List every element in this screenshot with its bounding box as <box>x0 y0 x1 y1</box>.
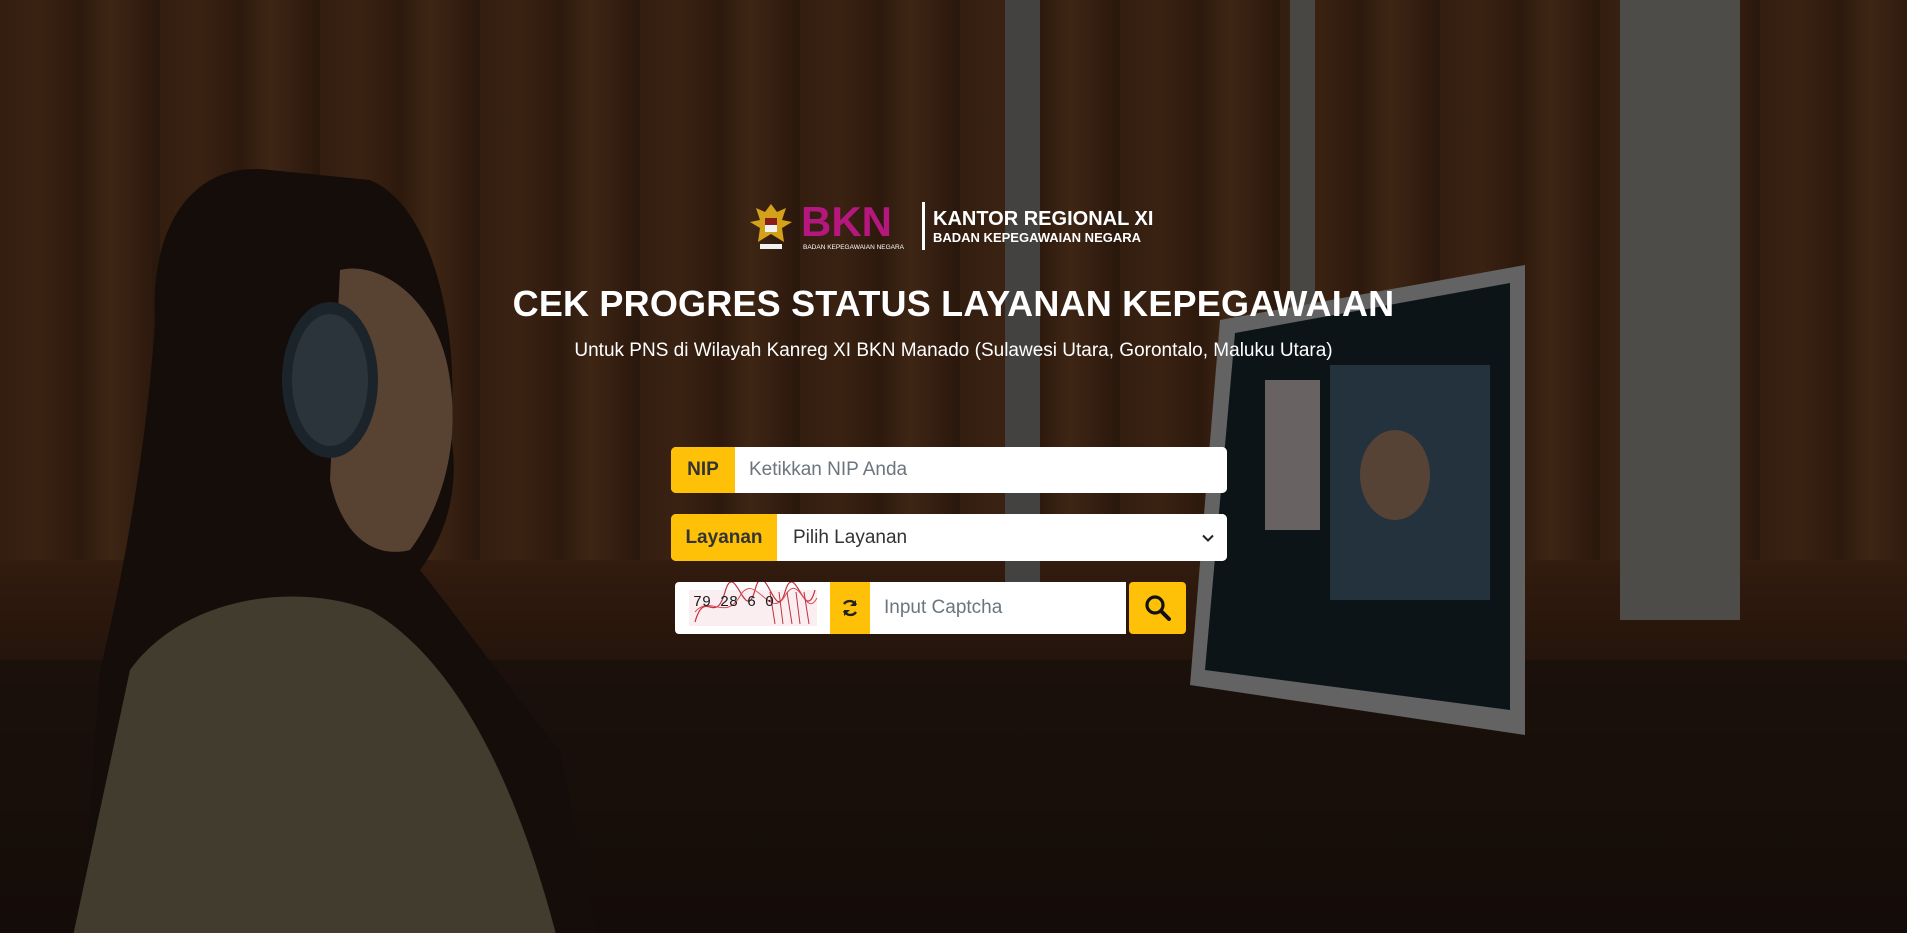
main-content: BKN BADAN KEPEGAWAIAN NEGARA KANTOR REGI… <box>0 0 1907 933</box>
page-subtitle: Untuk PNS di Wilayah Kanreg XI BKN Manad… <box>574 340 1333 361</box>
logo-bkn-text: BKN <box>801 198 892 245</box>
chevron-down-icon <box>1202 534 1214 542</box>
refresh-captcha-button[interactable] <box>830 582 870 634</box>
bkn-logo: BKN BADAN KEPEGAWAIAN NEGARA KANTOR REGI… <box>750 198 1153 251</box>
layanan-selected-value: Pilih Layanan <box>793 526 908 548</box>
search-button[interactable] <box>1129 582 1186 634</box>
office-name-line1: KANTOR REGIONAL XI <box>933 208 1153 230</box>
captcha-row: 79 28 6 0 <box>675 582 1186 634</box>
captcha-input[interactable] <box>870 582 1126 634</box>
refresh-icon <box>842 599 858 617</box>
layanan-select[interactable]: Pilih Layanan <box>777 514 1227 561</box>
search-icon <box>1144 595 1171 621</box>
captcha-image: 79 28 6 0 <box>675 582 830 634</box>
layanan-input-group: Layanan Pilih Layanan <box>671 514 1227 561</box>
page-title: CEK PROGRES STATUS LAYANAN KEPEGAWAIAN <box>512 283 1395 324</box>
captcha-noise: 79 28 6 0 <box>689 582 818 626</box>
layanan-label: Layanan <box>671 514 777 561</box>
captcha-text: 79 28 6 0 <box>693 594 774 611</box>
nip-input-group: NIP <box>671 447 1227 493</box>
logo-divider <box>922 202 925 250</box>
nip-input[interactable] <box>735 447 1227 493</box>
garuda-emblem-icon <box>750 204 792 249</box>
page: BKN BADAN KEPEGAWAIAN NEGARA KANTOR REGI… <box>0 0 1907 933</box>
office-name-line2: BADAN KEPEGAWAIAN NEGARA <box>933 230 1142 245</box>
nip-label: NIP <box>671 447 735 493</box>
logo-tagline: BADAN KEPEGAWAIAN NEGARA <box>803 244 905 251</box>
